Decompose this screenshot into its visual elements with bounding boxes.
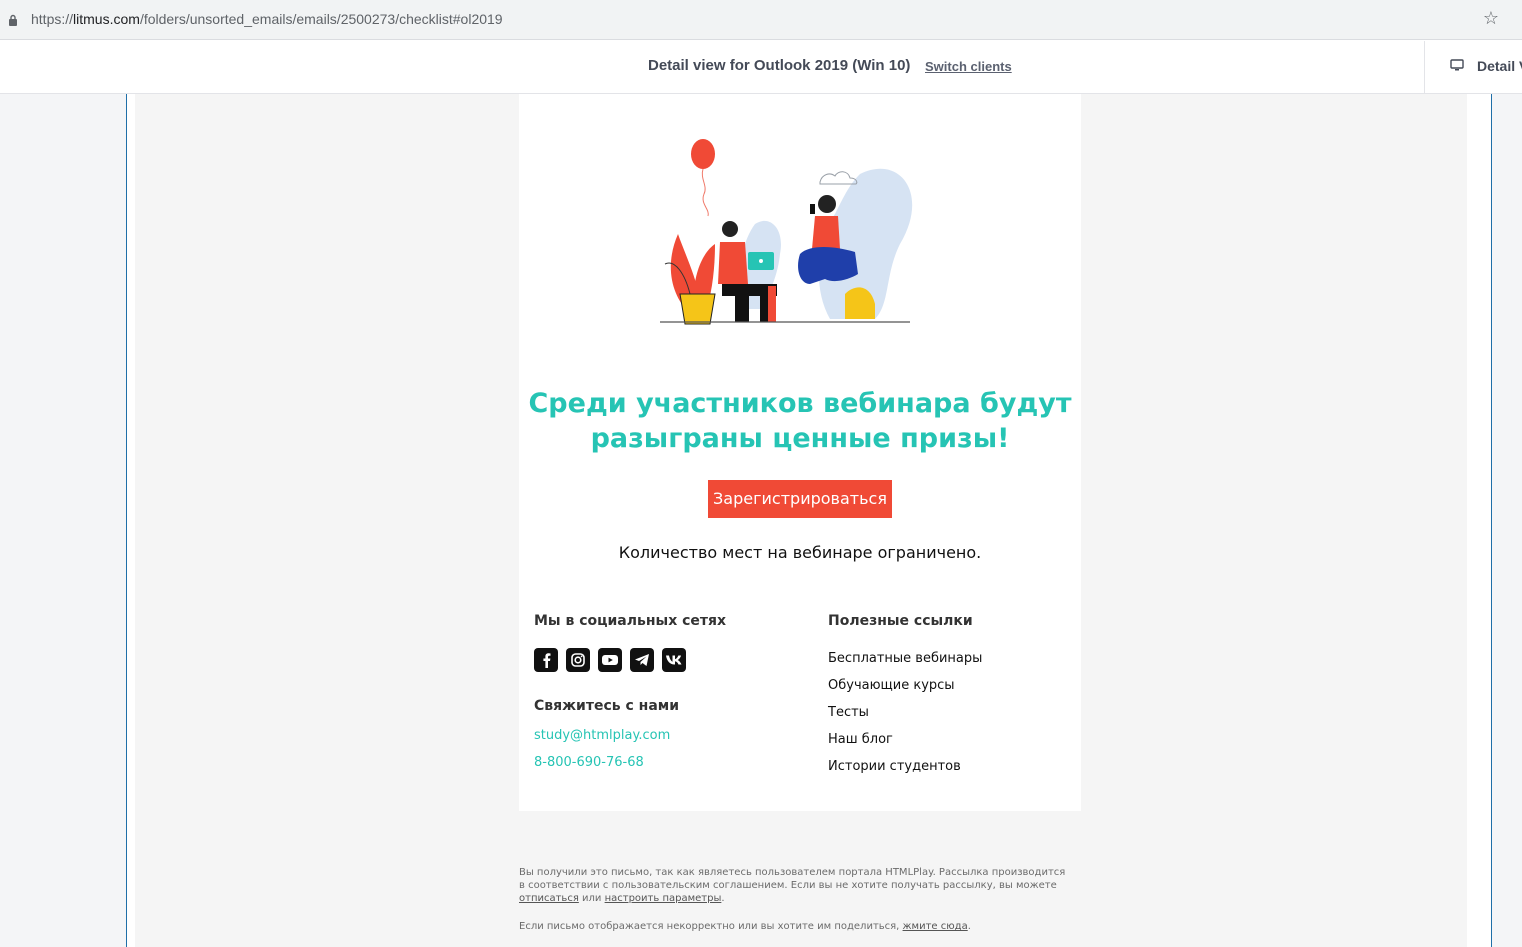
youtube-icon[interactable] [598,648,622,672]
footer-notice-line-1: Вы получили это письмо, так как являетес… [519,867,1066,878]
footer-period: . [721,893,725,904]
useful-link-student-stories[interactable]: Истории студентов [828,759,961,774]
instagram-icon[interactable] [566,648,590,672]
footer-notice: Вы получили это письмо, так как являетес… [519,866,1079,905]
useful-link-courses[interactable]: Обучающие курсы [828,678,955,693]
header-divider [1424,41,1425,94]
settings-link[interactable]: настроить параметры [605,893,722,904]
email-body: Среди участников вебинара будут разыгран… [519,94,1081,811]
headline-line-1: Среди участников вебинара будут [528,388,1072,419]
lock-icon [9,14,17,26]
contact-email-link[interactable]: study@htmlplay.com [534,728,670,743]
url-text[interactable]: https://litmus.com/folders/unsorted_emai… [31,11,503,27]
preview-frame-inner-left [127,94,135,947]
headline-line-2: разыграны ценные призы! [590,423,1010,454]
webinar-illustration [660,139,913,325]
url-path: /folders/unsorted_emails/emails/2500273/… [139,11,503,27]
switch-clients-link[interactable]: Switch clients [925,59,1012,74]
bookmark-star-icon[interactable]: ☆ [1481,9,1501,29]
useful-link-blog[interactable]: Наш блог [828,732,893,747]
useful-link-free-webinars[interactable]: Бесплатные вебинары [828,651,982,666]
seats-limited-note: Количество мест на вебинаре ограничено. [618,543,982,562]
social-icons [534,648,686,672]
register-button[interactable]: Зарегистрироваться [708,480,892,518]
footer-notice-line-2: в соответствии с пользовательским соглаш… [519,880,1057,891]
contact-phone-link[interactable]: 8-800-690-76-68 [534,755,644,770]
contact-title: Свяжитесь с нами [534,698,680,714]
footer-or-text: или [578,893,605,904]
vk-icon[interactable] [662,648,686,672]
detail-view-title: Detail view for Outlook 2019 (Win 10) [648,57,911,74]
useful-link-tests[interactable]: Тесты [828,705,869,720]
url-prefix: https:// [31,11,74,27]
footer-share-text: Если письмо отображается некорректно или… [519,921,903,932]
preview-gutter-right [1492,94,1522,947]
footer-notice-line-3: отписаться или настроить параметры. [519,892,1079,905]
telegram-icon[interactable] [630,648,654,672]
social-title: Мы в социальных сетях [534,613,727,629]
monitor-icon[interactable] [1450,58,1464,72]
browser-address-bar: https://litmus.com/folders/unsorted_emai… [0,0,1522,40]
footer-share-end: . [967,921,971,932]
footer-share: Если письмо отображается некорректно или… [519,920,1079,933]
omnibox[interactable]: https://litmus.com/folders/unsorted_emai… [0,5,1508,35]
unsubscribe-link[interactable]: отписаться [519,893,579,904]
facebook-icon[interactable] [534,648,558,672]
url-host: litmus.com [73,11,140,27]
email-headline: Среди участников вебинара будут разыгран… [519,386,1081,456]
preview-gutter-left [0,94,126,947]
detail-view-tab[interactable]: Detail V [1477,58,1522,74]
litmus-header: Detail view for Outlook 2019 (Win 10) Sw… [0,41,1522,94]
share-link[interactable]: жмите сюда [903,921,968,932]
preview-frame-inner-right [1467,94,1491,947]
useful-links-title: Полезные ссылки [828,613,973,629]
